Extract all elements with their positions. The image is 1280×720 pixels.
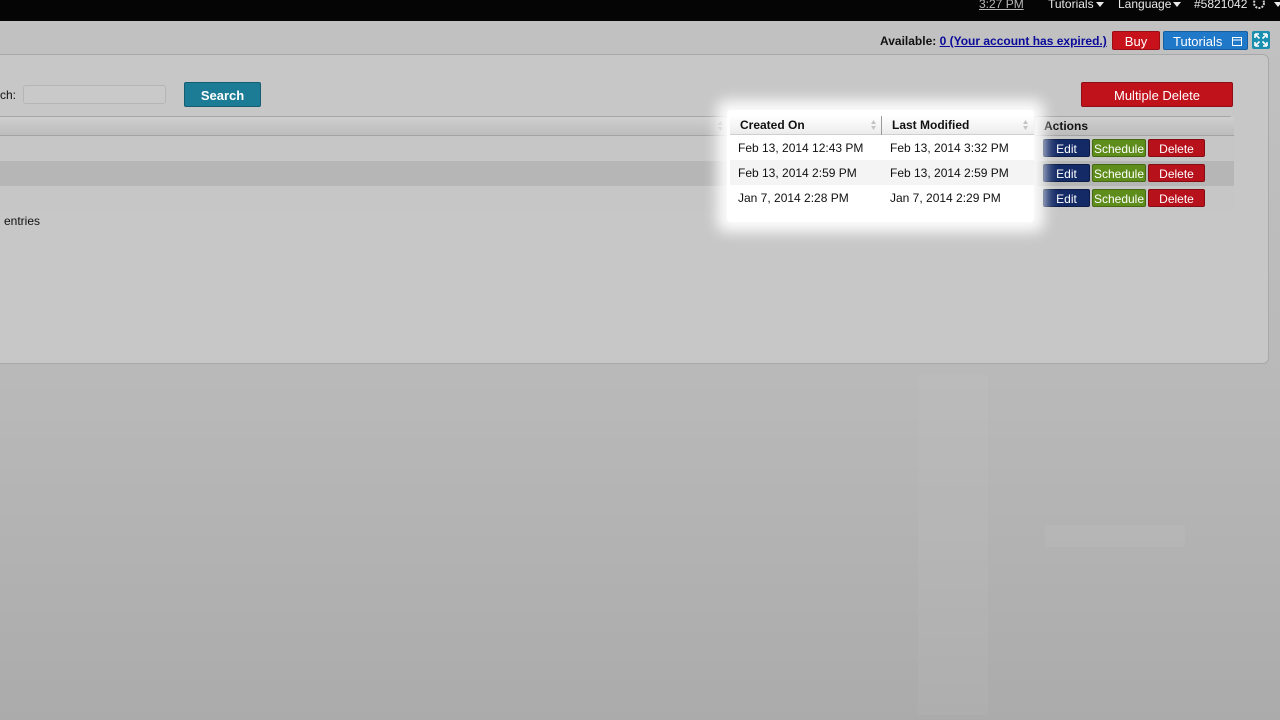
column-header-last-modified[interactable]: Last Modified bbox=[892, 118, 969, 132]
column-divider bbox=[1034, 117, 1035, 136]
buy-button[interactable]: Buy bbox=[1112, 31, 1160, 50]
last-modified-cell: Jan 7, 2014 2:29 PM bbox=[890, 191, 1001, 205]
account-expired-link[interactable]: 0 (Your account has expired.) bbox=[940, 34, 1107, 48]
schedule-button[interactable]: Schedule bbox=[1092, 189, 1146, 207]
entries-info: entries bbox=[4, 214, 41, 228]
available-label: Available: bbox=[880, 34, 937, 48]
sort-icon[interactable] bbox=[717, 120, 724, 132]
expand-arrows-icon bbox=[1254, 33, 1268, 47]
last-modified-cell: Feb 13, 2014 3:32 PM bbox=[890, 141, 1009, 155]
highlight-spotlight: Created On Last Modified Feb 13, 2014 12… bbox=[727, 110, 1034, 222]
tutorials-menu-label: Tutorials bbox=[1048, 0, 1094, 11]
entries-table: Actions Edit Schedule Delete Edit Schedu… bbox=[0, 116, 1234, 210]
schedule-button[interactable]: Schedule bbox=[1092, 164, 1146, 182]
edit-button[interactable]: Edit bbox=[1043, 139, 1090, 157]
available-credits: Available: 0 (Your account has expired.) bbox=[880, 34, 1107, 48]
search-button[interactable]: Search bbox=[184, 82, 261, 107]
created-on-cell: Jan 7, 2014 2:28 PM bbox=[738, 191, 849, 205]
search-input[interactable] bbox=[23, 85, 166, 104]
delete-button[interactable]: Delete bbox=[1148, 164, 1205, 182]
sort-icon[interactable] bbox=[870, 119, 877, 131]
multiple-delete-button[interactable]: Multiple Delete bbox=[1081, 82, 1233, 107]
delete-button[interactable]: Delete bbox=[1148, 139, 1205, 157]
sort-icon[interactable] bbox=[1022, 119, 1029, 131]
background-artifact bbox=[1045, 525, 1185, 547]
chevron-down-icon bbox=[1173, 2, 1182, 7]
table-row: Edit Schedule Delete bbox=[0, 136, 1234, 161]
date-columns-header: Created On Last Modified bbox=[730, 116, 1034, 135]
top-navigation-bar: 3:27 PM Tutorials Language #5821042 bbox=[0, 0, 1280, 21]
tutorials-menu[interactable]: Tutorials bbox=[1048, 0, 1104, 11]
language-menu[interactable]: Language bbox=[1118, 0, 1182, 11]
background-artifact bbox=[918, 375, 988, 715]
chevron-down-icon[interactable] bbox=[1274, 2, 1280, 7]
column-header-actions: Actions bbox=[1044, 119, 1089, 133]
column-header-created-on[interactable]: Created On bbox=[740, 118, 805, 132]
schedule-button[interactable]: Schedule bbox=[1092, 139, 1146, 157]
account-id: #5821042 bbox=[1194, 0, 1248, 11]
search-label: ch: bbox=[0, 88, 17, 102]
created-on-cell: Feb 13, 2014 2:59 PM bbox=[738, 166, 857, 180]
created-on-cell: Feb 13, 2014 12:43 PM bbox=[738, 141, 864, 155]
table-row: Feb 13, 2014 2:59 PM Feb 13, 2014 2:59 P… bbox=[730, 160, 1034, 185]
column-divider bbox=[881, 116, 882, 135]
clock-link[interactable]: 3:27 PM bbox=[979, 0, 1024, 11]
edit-button[interactable]: Edit bbox=[1043, 164, 1090, 182]
table-header: Actions bbox=[0, 117, 1234, 136]
expand-button[interactable] bbox=[1252, 31, 1270, 49]
table-row: Feb 13, 2014 12:43 PM Feb 13, 2014 3:32 … bbox=[730, 135, 1034, 160]
chevron-down-icon bbox=[1095, 2, 1104, 7]
edit-button[interactable]: Edit bbox=[1043, 189, 1090, 207]
table-row: Edit Schedule Delete bbox=[0, 161, 1234, 186]
tutorials-button-label: Tutorials bbox=[1173, 34, 1223, 49]
calendar-icon bbox=[1232, 37, 1242, 46]
gear-icon[interactable] bbox=[1251, 0, 1267, 11]
delete-button[interactable]: Delete bbox=[1148, 189, 1205, 207]
tutorials-button[interactable]: Tutorials bbox=[1163, 31, 1248, 50]
language-menu-label: Language bbox=[1118, 0, 1172, 11]
table-row: Edit Schedule Delete bbox=[0, 186, 1234, 210]
table-row: Jan 7, 2014 2:28 PM Jan 7, 2014 2:29 PM bbox=[730, 185, 1034, 210]
last-modified-cell: Feb 13, 2014 2:59 PM bbox=[890, 166, 1009, 180]
